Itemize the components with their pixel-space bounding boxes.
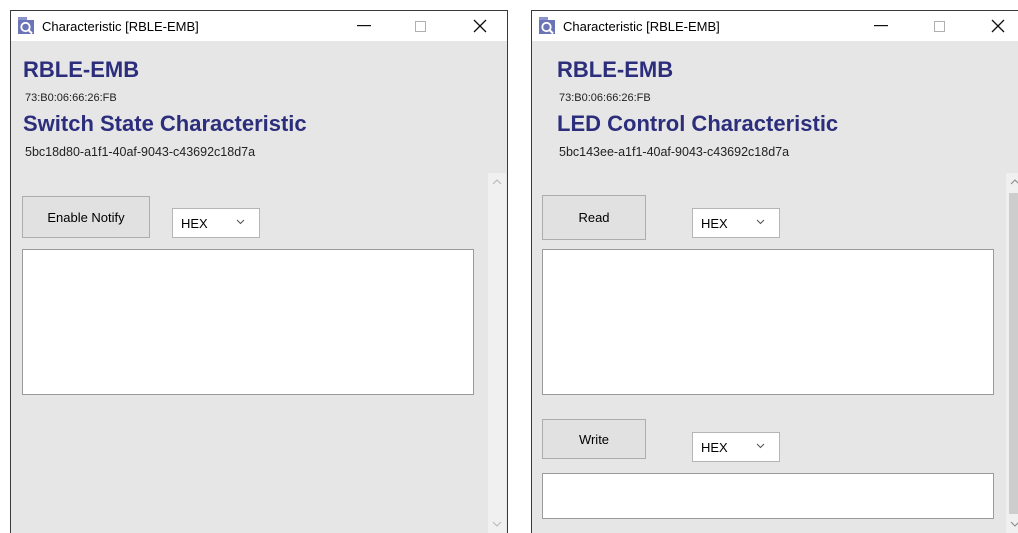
format-select[interactable]: HEX bbox=[172, 208, 260, 238]
chevron-down-icon bbox=[236, 219, 245, 225]
scroll-up-icon[interactable] bbox=[492, 178, 502, 185]
enable-notify-button[interactable]: Enable Notify bbox=[22, 196, 150, 238]
characteristic-uuid: 5bc18d80-a1f1-40af-9043-c43692c18d7a bbox=[25, 145, 256, 159]
characteristic-name: Switch State Characteristic bbox=[23, 111, 307, 136]
device-name: RBLE-EMB bbox=[557, 57, 674, 82]
vertical-scrollbar[interactable] bbox=[1006, 173, 1018, 533]
close-button[interactable] bbox=[457, 11, 503, 41]
minimize-button[interactable] bbox=[341, 11, 387, 41]
read-button[interactable]: Read bbox=[542, 195, 646, 240]
scroll-down-icon[interactable] bbox=[1010, 521, 1018, 528]
characteristic-uuid: 5bc143ee-a1f1-40af-9043-c43692c18d7a bbox=[559, 145, 790, 159]
characteristic-window-led-control: Characteristic [RBLE-EMB] RBLE-EMB 73:B0… bbox=[531, 10, 1018, 533]
close-icon bbox=[991, 19, 1005, 33]
title-bar[interactable]: Characteristic [RBLE-EMB] bbox=[532, 11, 1018, 42]
maximize-icon bbox=[933, 20, 945, 32]
chevron-down-icon bbox=[756, 443, 765, 449]
characteristic-window-switch-state: Characteristic [RBLE-EMB] RBLE-EMB 73:B0… bbox=[10, 10, 508, 533]
write-value-textbox[interactable] bbox=[542, 473, 994, 519]
write-format-select-value: HEX bbox=[701, 440, 728, 455]
format-select-value: HEX bbox=[181, 216, 208, 231]
read-value-textbox[interactable] bbox=[542, 249, 994, 395]
maximize-button[interactable] bbox=[916, 11, 962, 41]
scroll-thumb[interactable] bbox=[1009, 193, 1018, 514]
minimize-icon bbox=[357, 25, 371, 27]
chevron-down-icon bbox=[756, 219, 765, 225]
characteristic-name: LED Control Characteristic bbox=[557, 111, 839, 136]
window-title: Characteristic [RBLE-EMB] bbox=[563, 19, 720, 34]
device-name: RBLE-EMB bbox=[23, 57, 140, 82]
scroll-down-icon[interactable] bbox=[492, 521, 502, 528]
minimize-button[interactable] bbox=[858, 11, 904, 41]
scroll-up-icon[interactable] bbox=[1010, 178, 1018, 185]
device-address: 73:B0:06:66:26:FB bbox=[25, 92, 117, 104]
write-format-select[interactable]: HEX bbox=[692, 432, 780, 462]
close-icon bbox=[473, 19, 487, 33]
maximize-button[interactable] bbox=[397, 11, 443, 41]
close-button[interactable] bbox=[975, 11, 1018, 41]
value-textbox[interactable] bbox=[22, 249, 474, 395]
title-bar[interactable]: Characteristic [RBLE-EMB] bbox=[11, 11, 507, 42]
write-button[interactable]: Write bbox=[542, 419, 646, 459]
vertical-scrollbar[interactable] bbox=[488, 173, 506, 533]
window-title: Characteristic [RBLE-EMB] bbox=[42, 19, 199, 34]
app-icon bbox=[17, 17, 35, 35]
read-format-select[interactable]: HEX bbox=[692, 208, 780, 238]
read-format-select-value: HEX bbox=[701, 216, 728, 231]
minimize-icon bbox=[874, 25, 888, 27]
device-address: 73:B0:06:66:26:FB bbox=[559, 92, 651, 104]
app-icon bbox=[538, 17, 556, 35]
maximize-icon bbox=[414, 20, 426, 32]
